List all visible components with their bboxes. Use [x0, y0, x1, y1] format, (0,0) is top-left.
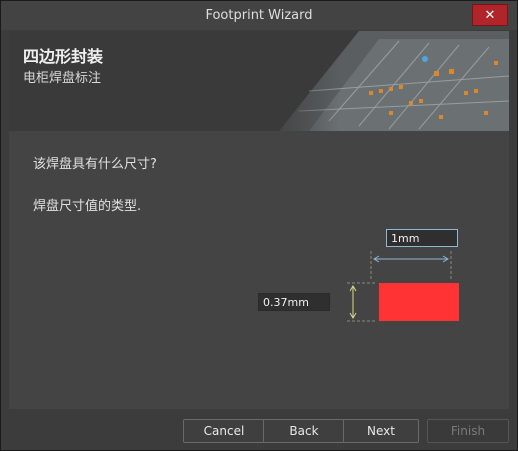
banner-subtitle: 电柜焊盘标注: [23, 71, 102, 86]
banner-title: 四边形封装: [23, 47, 104, 66]
wizard-content: 该焊盘具有什么尺寸? 焊盘尺寸值的类型.: [9, 131, 509, 409]
back-button[interactable]: Back: [263, 419, 345, 443]
pad-shape: [379, 283, 459, 321]
pad-width-input[interactable]: [386, 229, 458, 247]
wizard-footer: Cancel Back Next Finish: [1, 409, 517, 450]
footprint-wizard-window: Footprint Wizard ✕ 四边形封装 电柜焊盘标注 该焊盘具有什么尺…: [0, 0, 518, 451]
pad-height-input[interactable]: [258, 293, 330, 311]
title-bar: Footprint Wizard ✕: [1, 1, 517, 30]
cancel-button[interactable]: Cancel: [183, 419, 265, 443]
wizard-banner: 四边形封装 电柜焊盘标注: [9, 31, 509, 131]
pad-dimension-diagram: [347, 251, 459, 322]
finish-button[interactable]: Finish: [427, 419, 509, 443]
back-button-label: Back: [289, 424, 319, 438]
pad-size-question: 该焊盘具有什么尺寸?: [33, 157, 157, 172]
next-button-label: Next: [367, 424, 395, 438]
next-button[interactable]: Next: [343, 419, 419, 443]
close-icon: ✕: [484, 7, 496, 23]
pad-size-instruction: 焊盘尺寸值的类型.: [33, 199, 142, 214]
pcb-banner-image: [249, 31, 509, 131]
close-button[interactable]: ✕: [472, 4, 508, 26]
window-title: Footprint Wizard: [205, 8, 313, 23]
